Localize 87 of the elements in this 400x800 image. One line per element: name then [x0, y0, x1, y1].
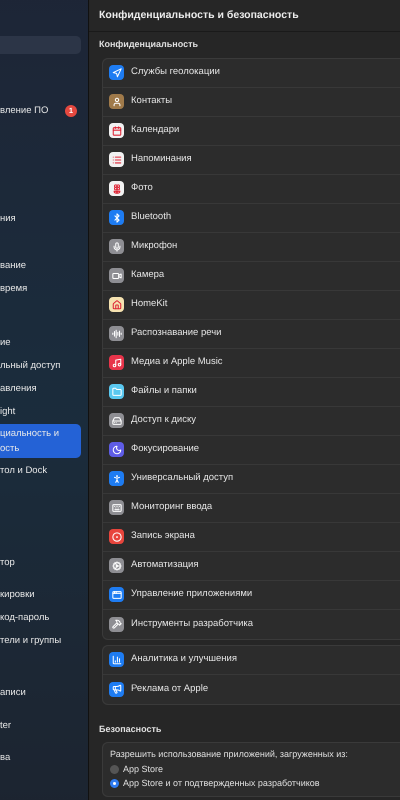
privacy-row[interactable]: Медиа и Apple Music — [103, 348, 400, 378]
row-label: Напоминания — [131, 152, 192, 166]
row-label: Доступ к диску — [131, 413, 196, 428]
privacy-row[interactable]: Календари — [103, 116, 400, 146]
sidebar-item[interactable]: ния — [0, 207, 81, 230]
radio-button[interactable] — [110, 779, 119, 788]
privacy-row[interactable]: Запись экрана — [103, 522, 400, 552]
row-label: Фото — [131, 181, 153, 196]
row-label: Bluetooth — [131, 210, 172, 224]
row-label: Камера — [131, 268, 164, 282]
privacy-row[interactable]: Распознавание речи — [103, 320, 400, 348]
privacy-row[interactable]: Мониторинг ввода — [103, 494, 400, 522]
privacy-row[interactable]: Напоминания — [103, 146, 400, 174]
section-heading: Безопасность — [99, 722, 162, 736]
privacy-row[interactable]: Универсальный доступ — [103, 464, 400, 494]
sidebar-label: время — [0, 282, 28, 296]
privacy-row[interactable]: Bluetooth — [103, 204, 400, 232]
row-label: Календари — [131, 123, 180, 138]
sidebar-item[interactable]: ter — [0, 714, 81, 737]
sidebar-label: ие — [0, 336, 11, 350]
privacy-row[interactable]: HomeKit — [103, 290, 400, 320]
sidebar-label: ter — [0, 719, 12, 733]
row-label: Медиа и Apple Music — [131, 355, 223, 370]
privacy-row[interactable]: Доступ к диску — [103, 406, 400, 436]
window-title: Конфиденциальность и безопасность — [99, 8, 299, 23]
sidebar-item[interactable]: тели и группы — [0, 629, 81, 652]
row-label: Универсальный доступ — [131, 471, 234, 486]
row-label: Распознавание речи — [131, 326, 222, 340]
sidebar-item[interactable]: циальность и ость — [0, 424, 81, 458]
sidebar-item[interactable]: ва — [0, 746, 81, 769]
row-label: Реклама от Apple — [131, 682, 208, 696]
privacy-row[interactable]: Файлы и папки — [103, 378, 400, 406]
sidebar-label: вление ПО — [0, 104, 48, 118]
row-label: Фокусирование — [131, 442, 200, 456]
privacy-row[interactable]: Инструменты разработчика — [103, 610, 400, 638]
radio-label: App Store — [123, 762, 164, 776]
sidebar-label: ния — [0, 212, 16, 226]
row-label: Контакты — [131, 94, 172, 108]
sidebar-label: тели и группы — [0, 634, 62, 648]
privacy-row[interactable]: Фото — [103, 174, 400, 204]
sidebar-label: аписи — [0, 686, 26, 700]
row-label: Управление приложениями — [131, 587, 252, 602]
row-label: Файлы и папки — [131, 384, 197, 398]
privacy-row[interactable]: Камера — [103, 262, 400, 290]
sidebar-label: авления — [0, 382, 37, 396]
privacy-row[interactable]: Службы геолокации — [103, 58, 400, 88]
sidebar-item[interactable]: код-пароль — [0, 606, 81, 629]
sidebar-item[interactable]: авления — [0, 377, 81, 400]
row-label: Службы геолокации — [131, 65, 220, 80]
sidebar-item[interactable]: льный доступ — [0, 354, 81, 377]
row-label: Автоматизация — [131, 558, 198, 572]
sidebar-item[interactable]: ие — [0, 331, 81, 354]
row-label: Микрофон — [131, 239, 178, 254]
security-prompt: Разрешить использование приложений, загруженных из: — [110, 748, 349, 761]
row-label: Аналитика и улучшения — [131, 652, 237, 666]
sidebar-label: льный доступ — [0, 359, 60, 373]
sidebar-item[interactable]: кировки — [0, 583, 81, 606]
privacy-row[interactable]: Реклама от Apple — [103, 674, 400, 704]
privacy-row[interactable]: Микрофон — [103, 232, 400, 262]
sidebar-label: ight — [0, 405, 16, 419]
radio-label: App Store и от подтвержденных разработчиков — [123, 777, 320, 790]
privacy-row[interactable]: Аналитика и улучшения — [103, 646, 400, 674]
sidebar-label: тор — [0, 556, 15, 570]
sidebar-label: ва — [0, 751, 10, 765]
row-label: HomeKit — [131, 297, 168, 312]
sidebar-item[interactable]: тор — [0, 551, 81, 574]
sidebar-label: циальность и ость — [0, 427, 60, 456]
radio-option[interactable]: App Store — [110, 762, 400, 776]
privacy-row[interactable]: Фокусирование — [103, 436, 400, 464]
privacy-row[interactable]: Управление приложениями — [103, 580, 400, 610]
radio-button[interactable] — [110, 764, 119, 774]
row-label: Мониторинг ввода — [131, 500, 212, 514]
row-label: Инструменты разработчика — [131, 616, 254, 631]
radio-option[interactable]: App Store и от подтвержденных разработчиков — [110, 777, 400, 790]
row-label: Запись экрана — [131, 529, 195, 544]
sidebar-item[interactable]: вание — [0, 254, 81, 277]
privacy-row[interactable]: Автоматизация — [103, 552, 400, 580]
sidebar-label: кировки — [0, 588, 35, 602]
sidebar-label: вание — [0, 259, 26, 273]
sidebar-item[interactable]: ight — [0, 400, 81, 423]
sidebar-label: код-пароль — [0, 611, 50, 625]
privacy-row[interactable]: Контакты — [103, 88, 400, 116]
sidebar-item[interactable]: тол и Dock — [0, 459, 81, 482]
section-heading: Конфиденциальность — [99, 38, 200, 51]
sidebar-item[interactable]: время — [0, 277, 81, 300]
sidebar-item[interactable]: аписи — [0, 681, 81, 704]
sidebar-label: тол и Dock — [0, 464, 48, 478]
